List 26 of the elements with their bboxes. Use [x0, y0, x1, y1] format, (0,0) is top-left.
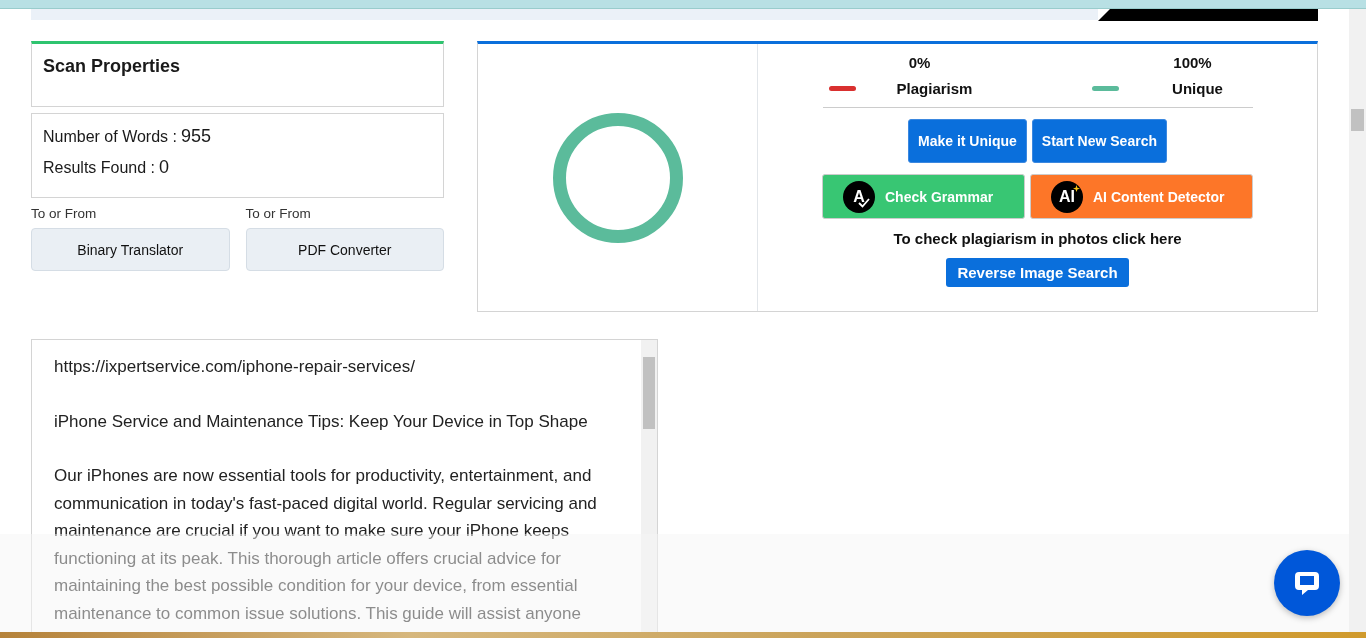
- tool-caption: To or From: [245, 206, 312, 221]
- text-paragraph: iPhone Service and Maintenance Tips: Keep Your Device in Top Shape: [54, 410, 589, 433]
- ai-detector-button[interactable]: AI AI Content Detector: [1030, 174, 1253, 219]
- stat-value: 0: [159, 157, 170, 178]
- scrollbar[interactable]: [1349, 9, 1366, 632]
- chat-button[interactable]: [1274, 550, 1340, 616]
- text-paragraph: Our iPhones are now essential tools for productivity, entertainment, and communication in today's fast-paced digital world. Regular servicing and maintenance are crucial if you want to make sure your iPhone keeps functioning at its peak. This thorough article offers crucial advice for maintaining the best possible condition for your device, from essential maintenance to common issue solutions. This guide will assist anyone: [54, 465, 598, 625]
- photo-note: To check plagiarism in photos click here: [893, 230, 1182, 247]
- tool-button[interactable]: Binary Translator: [31, 228, 230, 271]
- grammar-icon: A: [843, 180, 875, 213]
- tool-button[interactable]: PDF Converter: [245, 228, 444, 271]
- legend-label: Plagiarism: [895, 80, 974, 97]
- text-paragraph: https://ixpertservice.com/iphone-repair-services/: [54, 356, 416, 378]
- action-button[interactable]: Start New Search: [1031, 119, 1167, 163]
- legend-label: Unique: [1171, 80, 1224, 97]
- stat-label: Number of Words :: [43, 128, 177, 146]
- stat-label: Results Found :: [43, 159, 156, 177]
- percent-value: 0%: [907, 54, 932, 71]
- reverse-search-button[interactable]: Reverse Image Search: [946, 258, 1129, 287]
- percent-value: 100%: [1172, 54, 1213, 71]
- action-button[interactable]: Make it Unique: [908, 119, 1027, 163]
- stat-value: 955: [180, 126, 211, 147]
- ai-icon: AI: [1051, 180, 1083, 213]
- grammar-button[interactable]: A Check Grammar: [822, 174, 1025, 219]
- tool-caption: To or From: [31, 206, 98, 221]
- section-title: Scan Properties: [43, 56, 182, 77]
